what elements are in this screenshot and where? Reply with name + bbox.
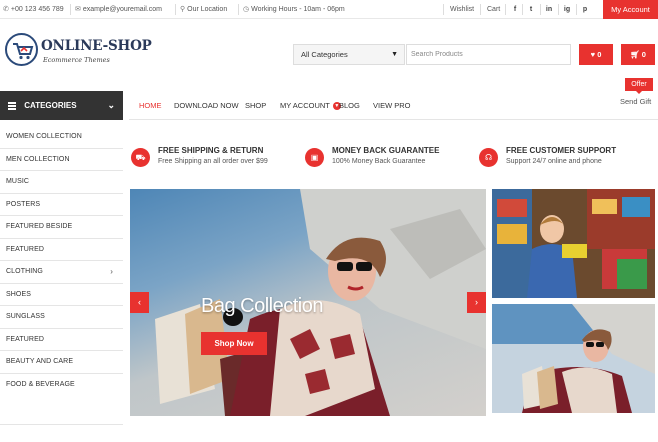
wishlist-link[interactable]: Wishlist	[450, 0, 474, 19]
category-item[interactable]: Posters	[0, 194, 123, 216]
category-label: Clothing	[6, 268, 43, 275]
logo-title: ONLINE-SHOP	[41, 38, 152, 54]
feature-title: Free Customer Support	[506, 146, 617, 155]
feature-subtitle: Support 24/7 online and phone	[506, 158, 602, 165]
phone-icon: ✆	[3, 6, 9, 13]
send-gift-link[interactable]: Send Gift	[620, 97, 651, 106]
divider	[540, 4, 541, 15]
category-item[interactable]: Women Collection	[0, 126, 123, 149]
cart-count: 0	[641, 50, 646, 59]
feature-shipping: ⛟ Free Shipping & Return Free Shipping a…	[131, 146, 301, 170]
category-item[interactable]: Featured	[0, 239, 123, 261]
cart-button[interactable]: 🛒︎ 0	[621, 44, 655, 65]
category-item-clothing[interactable]: Clothing ›	[0, 261, 123, 284]
nav-view-pro[interactable]: View Pro	[373, 91, 411, 120]
divider	[480, 4, 481, 15]
hours-info: ◷ Working Hours - 10am - 06pm	[243, 0, 345, 19]
linkedin-icon[interactable]: in	[544, 4, 554, 15]
email-text[interactable]: example@youremail.com	[83, 0, 162, 19]
hero-slider: Bag Collection Shop Now ‹ ›	[130, 189, 486, 416]
divider	[443, 4, 444, 15]
nav-blog[interactable]: Blog	[339, 91, 360, 120]
feature-title: Free Shipping & Return	[158, 146, 264, 155]
menu-icon	[8, 101, 16, 112]
feature-money-back: ▣ Money Back Guarantee 100% Money Back G…	[305, 146, 475, 170]
category-item[interactable]: Featured	[0, 329, 123, 351]
location-text[interactable]: Our Location	[187, 0, 227, 19]
category-item[interactable]: Sunglass	[0, 306, 123, 329]
cart-link[interactable]: Cart	[487, 0, 500, 19]
search-input[interactable]	[406, 44, 571, 65]
promo-image-woman[interactable]	[492, 304, 655, 413]
phone-info: ✆ +00 123 456 789	[3, 0, 64, 19]
heart-icon: ♥	[590, 50, 596, 59]
wishlist-button[interactable]: ♥ 0	[579, 44, 613, 65]
promo-image-kid-toys[interactable]	[492, 189, 655, 298]
feature-support: ☊ Free Customer Support Support 24/7 onl…	[479, 146, 654, 170]
promo-image	[492, 304, 655, 413]
wishlist-count: 0	[597, 50, 602, 59]
divider	[175, 4, 176, 15]
divider	[70, 4, 71, 15]
facebook-icon[interactable]: f	[510, 4, 520, 15]
clock-icon: ◷	[243, 6, 250, 13]
category-item[interactable]: Beauty and Care	[0, 351, 123, 374]
twitter-icon[interactable]: t	[526, 4, 536, 15]
location-info[interactable]: ⚲ Our Location	[180, 0, 227, 19]
nav-shop[interactable]: Shop	[245, 91, 266, 120]
my-account-button[interactable]: My Account	[603, 0, 658, 19]
categories-toggle[interactable]: Categories ⌄	[0, 91, 123, 120]
divider	[558, 4, 559, 15]
map-pin-icon: ⚲	[180, 6, 186, 13]
main-nav: Home Download Now Shop My Account ▼ Blog …	[129, 91, 658, 120]
top-bar: ✆ +00 123 456 789 ✉ example@youremail.co…	[0, 0, 658, 19]
instagram-icon[interactable]: ig	[562, 4, 572, 15]
nav-home[interactable]: Home	[139, 91, 162, 120]
categories-title: Categories	[24, 101, 77, 110]
headset-icon: ☊	[479, 148, 498, 167]
cart-icon	[13, 43, 34, 60]
category-item[interactable]: Shoes	[0, 284, 123, 306]
chevron-down-icon: ⌄	[107, 100, 115, 110]
category-select[interactable]: All Categories ▼	[293, 44, 405, 65]
category-item[interactable]: Featured Beside	[0, 216, 123, 239]
phone-text: +00 123 456 789	[10, 6, 64, 13]
category-item[interactable]: Food & Beverage	[0, 374, 123, 397]
category-item[interactable]: Men Collection	[0, 149, 123, 171]
email-info[interactable]: ✉ example@youremail.com	[75, 0, 162, 19]
promo-image	[492, 189, 655, 298]
category-select-value: All Categories	[301, 50, 348, 59]
category-item[interactable]: Music	[0, 171, 123, 194]
feature-subtitle: 100% Money Back Guarantee	[332, 158, 426, 165]
truck-icon: ⛟	[131, 148, 150, 167]
slide-title: Bag Collection	[201, 295, 323, 317]
chevron-right-icon: ›	[110, 267, 113, 276]
shop-now-button[interactable]: Shop Now	[201, 332, 267, 355]
nav-my-account[interactable]: My Account ▼	[280, 91, 341, 120]
slider-prev-button[interactable]: ‹	[130, 292, 149, 313]
divider	[522, 4, 523, 15]
site-logo[interactable]: ONLINE-SHOP Ecommerce Themes	[5, 33, 152, 71]
logo-subtitle: Ecommerce Themes	[43, 56, 110, 64]
nav-download-now[interactable]: Download Now	[174, 91, 239, 120]
slider-next-button[interactable]: ›	[467, 292, 486, 313]
logo-badge	[5, 33, 38, 66]
caret-down-icon: ▼	[391, 51, 398, 58]
cart-icon: 🛒︎	[630, 50, 640, 59]
divider	[505, 4, 506, 15]
divider	[238, 4, 239, 15]
envelope-icon: ✉	[75, 6, 81, 13]
feature-title: Money Back Guarantee	[332, 146, 440, 155]
divider	[0, 424, 123, 425]
pinterest-icon[interactable]: p	[580, 4, 590, 15]
divider	[576, 4, 577, 15]
category-list: Women Collection Men Collection Music Po…	[0, 126, 123, 396]
hours-text: Working Hours - 10am - 06pm	[251, 6, 345, 13]
nav-my-account-label: My Account	[280, 101, 330, 110]
offer-badge: Offer	[625, 78, 653, 94]
feature-subtitle: Free Shipping an all order over $99	[158, 158, 268, 165]
money-icon: ▣	[305, 148, 324, 167]
